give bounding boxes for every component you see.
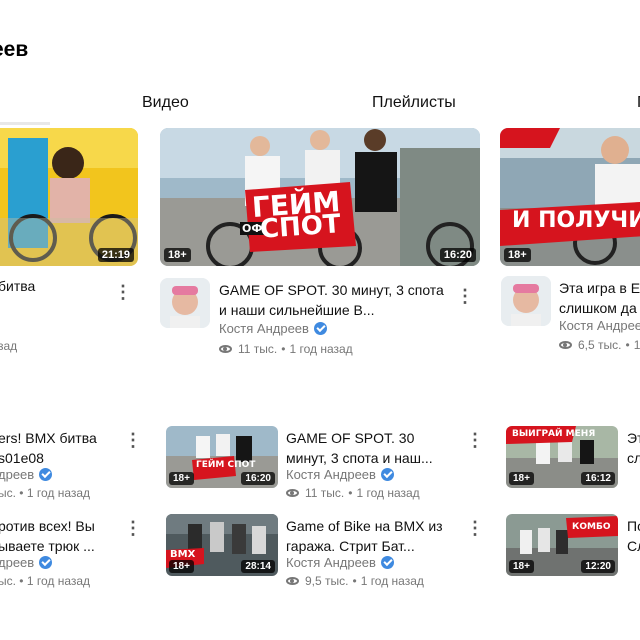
video-title[interactable]: Эт сл — [627, 428, 640, 468]
channel-name-text: Костя Андреев — [286, 467, 376, 482]
view-count: 9,5 тыс. — [305, 574, 349, 588]
verified-icon — [39, 556, 53, 569]
verified-icon — [380, 468, 394, 481]
video-meta: ыс. • 1 год назад — [0, 486, 90, 500]
meta-text: ыс. • 1 год назад — [0, 486, 91, 500]
age-rating-badge: 18+ — [169, 472, 194, 485]
eye-icon — [219, 345, 232, 353]
eye-icon — [286, 489, 299, 497]
active-tab-indicator — [0, 122, 50, 125]
duration-badge: 16:20 — [439, 248, 476, 262]
channel-name[interactable]: Костя Андреев — [286, 555, 394, 570]
promo-text: ГЕЙМ СПОТ — [196, 460, 256, 470]
tab-playlists[interactable]: Плейлисты — [372, 94, 456, 112]
promo-text: BMX — [170, 549, 196, 560]
more-options-icon[interactable]: ⋮ — [466, 518, 484, 538]
more-options-icon[interactable]: ⋮ — [466, 430, 484, 450]
tab-bar: Видео Плейлисты П — [0, 92, 640, 128]
duration-badge: 16:20 — [241, 472, 275, 485]
channel-title: еев — [0, 38, 29, 61]
video-title[interactable]: GAME OF SPOT. 30 минут, 3 спота и наш... — [286, 428, 451, 468]
video-meta: 6,5 тыс. • 1 г — [559, 338, 640, 352]
video-title[interactable]: GAME OF SPOT. 30 минут, 3 спота и наши с… — [219, 280, 444, 320]
video-thumbnail[interactable]: КОМБО 18+ 12:20 — [506, 514, 618, 576]
channel-name-text: дреев — [0, 467, 35, 482]
more-options-icon[interactable]: ⋮ — [124, 430, 142, 450]
video-title[interactable]: ers! BMX битва s01e08 — [0, 428, 110, 468]
separator: • — [281, 342, 286, 356]
time-ago: зад — [0, 339, 18, 353]
video-thumbnail[interactable]: ГЕЙМ СПОТ 18+ 16:20 — [166, 426, 278, 488]
channel-name-text: дреев — [0, 555, 35, 570]
thumbnail-image — [0, 128, 138, 266]
video-meta: 11 тыс. • 1 год назад — [286, 486, 420, 500]
channel-avatar[interactable] — [501, 276, 551, 326]
more-options-icon[interactable]: ⋮ — [124, 518, 142, 538]
avatar-image — [501, 276, 551, 326]
separator: • — [352, 574, 357, 588]
age-rating-badge: 18+ — [164, 248, 191, 262]
meta-text: ыс. • 1 год назад — [0, 574, 91, 588]
eye-icon — [559, 341, 572, 349]
video-thumbnail[interactable]: ГЕЙМ ОФ СПОТ 18+ 16:20 — [160, 128, 480, 266]
promo-text: И ПОЛУЧИ — [512, 208, 640, 233]
channel-name[interactable]: Костя Андреев — [286, 467, 394, 482]
video-title[interactable]: ротив всех! Вы ываете трюк ... — [0, 516, 110, 556]
age-rating-badge: 18+ — [509, 560, 534, 573]
channel-name-text: Костя Андреев — [286, 555, 376, 570]
video-title[interactable]: Game of Bike на BMX из гаража. Стрит Бат… — [286, 516, 451, 556]
view-count: 11 тыс. — [238, 342, 278, 356]
view-count: 6,5 тыс. — [578, 338, 622, 352]
more-options-icon[interactable]: ⋮ — [456, 286, 474, 306]
time-ago: 1 год назад — [356, 486, 420, 500]
video-thumbnail[interactable]: И ПОЛУЧИ 18+ — [500, 128, 640, 266]
channel-name-text: Костя Андреев — [219, 321, 309, 336]
more-options-icon[interactable]: ⋮ — [114, 282, 132, 302]
video-title[interactable]: Эта игра в Е слишком да — [559, 278, 640, 318]
time-ago: 1 год назад — [289, 342, 353, 356]
avatar-image — [160, 278, 210, 328]
duration-badge: 12:20 — [581, 560, 615, 573]
separator: • — [625, 338, 630, 352]
channel-name-text: Костя Андреев — [559, 318, 640, 333]
thumbnail-image — [500, 128, 640, 266]
age-rating-badge: 18+ — [504, 248, 531, 262]
channel-name[interactable]: Костя Андреев — [219, 321, 327, 336]
verified-icon — [380, 556, 394, 569]
video-title[interactable]: битва — [0, 276, 108, 296]
video-meta: 9,5 тыс. • 1 год назад — [286, 574, 424, 588]
eye-icon — [286, 577, 299, 585]
video-meta: ыс. • 1 год назад — [0, 574, 90, 588]
verified-icon — [313, 322, 327, 335]
video-title[interactable]: По Сл — [627, 516, 640, 556]
promo-text: КОМБО — [572, 522, 611, 532]
video-thumbnail[interactable]: ВЫИГРАЙ МЕНЯ 18+ 16:12 — [506, 426, 618, 488]
video-thumbnail[interactable]: BMX 18+ 28:14 — [166, 514, 278, 576]
time-ago: 1 г — [633, 338, 640, 352]
channel-name[interactable]: Костя Андреев — [559, 318, 640, 333]
tab-videos[interactable]: Видео — [142, 94, 189, 112]
duration-badge: 28:14 — [241, 560, 275, 573]
channel-name[interactable]: дреев — [0, 467, 53, 482]
duration-badge: 21:19 — [97, 248, 134, 262]
verified-icon — [39, 468, 53, 481]
channel-avatar[interactable] — [160, 278, 210, 328]
view-count: 11 тыс. — [305, 486, 345, 500]
age-rating-badge: 18+ — [169, 560, 194, 573]
time-ago: 1 год назад — [360, 574, 424, 588]
channel-name[interactable]: дреев — [0, 555, 53, 570]
separator: • — [348, 486, 353, 500]
video-meta: зад — [0, 339, 17, 353]
video-meta: 11 тыс. • 1 год назад — [219, 342, 353, 356]
promo-text: ВЫИГРАЙ МЕНЯ — [512, 429, 596, 439]
promo-text: СПОТ — [259, 209, 342, 245]
duration-badge: 16:12 — [581, 472, 615, 485]
video-thumbnail[interactable]: 21:19 — [0, 128, 138, 266]
age-rating-badge: 18+ — [509, 472, 534, 485]
